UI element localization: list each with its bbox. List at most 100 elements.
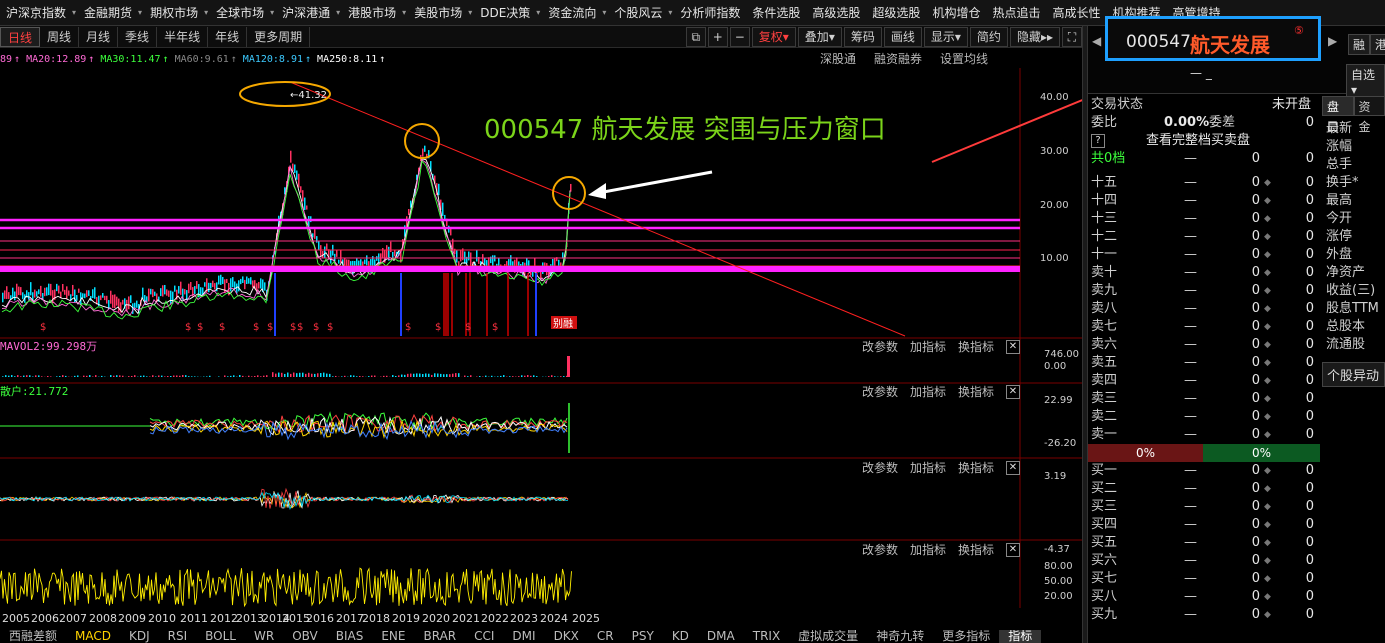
menu-item[interactable]: 高成长性 (1046, 0, 1106, 25)
volume-bar (161, 375, 163, 377)
simple-button[interactable]: 简约 (969, 26, 1008, 47)
menu-item[interactable]: 港股市场 (342, 0, 402, 25)
menu-item[interactable]: 沪深京指数 (0, 0, 72, 25)
zoom-in-icon[interactable]: + (707, 26, 728, 47)
volume-bar (416, 373, 418, 377)
chart-sub-link[interactable]: 融资融券 (874, 50, 922, 67)
indicator-tab[interactable]: OBV (283, 630, 327, 643)
indicator-tab[interactable]: BRAR (414, 630, 465, 643)
panel-tool-button[interactable]: 改参数 (862, 338, 898, 355)
panel-tool-button[interactable]: 换指标 (958, 383, 994, 400)
indicator-tab[interactable]: DMA (698, 630, 744, 643)
timeframe-tab[interactable]: 月线 (79, 26, 119, 47)
indicator-tab[interactable]: 神奇九转 (867, 630, 933, 643)
close-icon[interactable]: ✕ (1006, 460, 1020, 475)
menu-item[interactable]: 热点追击 (986, 0, 1046, 25)
close-icon[interactable]: ✕ (1006, 384, 1020, 399)
zoom-out-icon[interactable]: − (729, 26, 750, 47)
volume-bar (173, 375, 175, 377)
panel-tool-button[interactable]: 换指标 (958, 541, 994, 558)
indicator-tab[interactable]: KD (663, 630, 698, 643)
menu-item[interactable]: 个股风云 (608, 0, 668, 25)
indicator-tab[interactable]: PSY (623, 630, 663, 643)
menu-item[interactable]: 金融期货 (78, 0, 138, 25)
timeframe-tab[interactable]: 日线 (0, 26, 41, 47)
indicator-tab[interactable]: 指标 (999, 630, 1042, 643)
menu-item[interactable]: 条件选股 (746, 0, 806, 25)
panel-tool-button[interactable]: 换指标 (958, 459, 994, 476)
timeframe-tab[interactable]: 更多周期 (247, 26, 311, 47)
display-button[interactable]: 显示▾ (923, 26, 968, 47)
hide-button[interactable]: 隐藏▸▸ (1009, 26, 1060, 47)
lock-icon[interactable]: ⧉ (685, 26, 706, 47)
panel-tool-button[interactable]: 改参数 (862, 541, 898, 558)
panel-tool-button[interactable]: 加指标 (910, 541, 946, 558)
indicator-tab[interactable]: BOLL (196, 630, 245, 643)
indicator-tab[interactable]: KDJ (120, 630, 159, 643)
indicator-tab[interactable]: RSI (159, 630, 197, 643)
indicator-tab[interactable]: DKX (545, 630, 588, 643)
volume-bar (194, 376, 196, 377)
menu-item[interactable]: DDE决策 (474, 0, 536, 25)
prev-stock-icon[interactable]: ◀ (1092, 34, 1101, 48)
menu-item[interactable]: 分析师指数 (674, 0, 746, 25)
indicator-tab[interactable]: CCI (465, 630, 503, 643)
panel-tick-label: 0.00 (1044, 361, 1066, 372)
margin-button[interactable]: 融 (1348, 34, 1371, 55)
close-icon[interactable]: ✕ (1006, 339, 1020, 354)
indicator-tab[interactable]: 虚拟成交量 (789, 630, 867, 643)
panel-tool-button[interactable]: 加指标 (910, 459, 946, 476)
indicator-tab[interactable]: ENE (372, 630, 414, 643)
volume-bar (530, 375, 532, 377)
info-tab[interactable]: 盘口 (1322, 96, 1354, 134)
menu-item[interactable]: 沪深港通 (276, 0, 336, 25)
timeframe-tab[interactable]: 季线 (118, 26, 158, 47)
candle (208, 282, 210, 293)
timeframe-tab[interactable]: 半年线 (157, 26, 209, 47)
menu-item[interactable]: 美股市场 (408, 0, 468, 25)
panel-tool-button[interactable]: 加指标 (910, 338, 946, 355)
info-tab[interactable]: 资金 (1353, 96, 1385, 134)
overlay-button[interactable]: 叠加▾ (797, 26, 842, 47)
draw-line-button[interactable]: 画线 (883, 26, 922, 47)
volume-bar (188, 376, 190, 377)
stock-alert-button[interactable]: 个股异动 (1322, 362, 1385, 387)
next-stock-icon[interactable]: ▶ (1328, 34, 1337, 48)
volume-bar (230, 375, 232, 377)
panel-tool-button[interactable]: 改参数 (862, 383, 898, 400)
expand-icon[interactable]: ⛶ (1062, 26, 1082, 47)
panel-tool-button[interactable]: 加指标 (910, 383, 946, 400)
candle (164, 284, 166, 295)
menu-item[interactable]: 资金流向 (542, 0, 602, 25)
indicator-tab[interactable]: CR (588, 630, 623, 643)
menu-item[interactable]: 超级选股 (866, 0, 926, 25)
chart-sub-link[interactable]: 深股通 (820, 50, 856, 67)
menu-item[interactable]: 机构增仓 (926, 0, 986, 25)
menu-item[interactable]: 全球市场 (210, 0, 270, 25)
candle (218, 275, 220, 285)
chart-sub-link[interactable]: 设置均线 (940, 50, 988, 67)
volume-bar (95, 375, 97, 377)
diamond-icon: ◆ (1264, 322, 1271, 332)
menu-item[interactable]: 期权市场 (144, 0, 204, 25)
indicator-tab[interactable]: DMI (503, 630, 544, 643)
menu-item[interactable]: 高级选股 (806, 0, 866, 25)
panel-header-volume: MAVOL2:99.298万 改参数 加指标 换指标 ✕ (0, 338, 1020, 354)
panel-tool-button[interactable]: 换指标 (958, 338, 994, 355)
indicator-tab[interactable]: 更多指标 (933, 630, 999, 643)
chips-button[interactable]: 筹码 (843, 26, 882, 47)
panel-tool-button[interactable]: 改参数 (862, 459, 898, 476)
timeframe-tab[interactable]: 周线 (40, 26, 80, 47)
indicator-tab[interactable]: TRIX (744, 630, 789, 643)
full-depth-row[interactable]: ? 查看完整档买卖盘 (1088, 132, 1320, 150)
indicator-tab[interactable]: WR (245, 630, 283, 643)
hk-button[interactable]: 港 (1370, 34, 1385, 55)
indicator-tab[interactable]: 西融差额 (0, 630, 66, 643)
fuquan-button[interactable]: 复权▾ (751, 26, 796, 47)
close-icon[interactable]: ✕ (1006, 542, 1020, 557)
watchlist-select[interactable]: 自选▾ (1346, 64, 1385, 99)
timeframe-tab[interactable]: 年线 (208, 26, 248, 47)
indicator-tab[interactable]: BIAS (327, 630, 373, 643)
indicator-tab[interactable]: MACD (66, 630, 120, 643)
diamond-icon: ◆ (1264, 610, 1271, 620)
